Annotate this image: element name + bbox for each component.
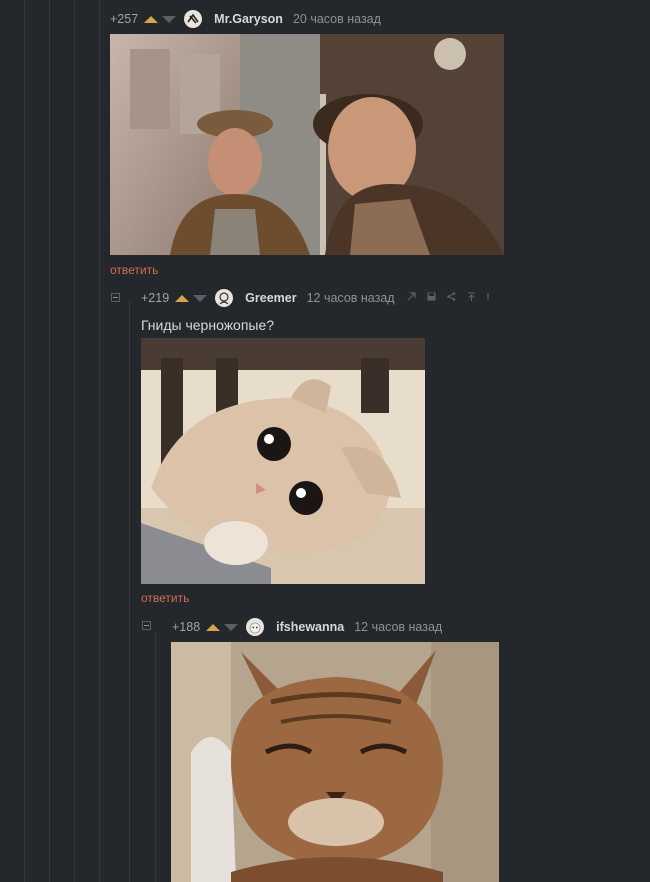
share-icon[interactable] (446, 292, 456, 304)
downvote-icon[interactable] (224, 623, 239, 631)
comment-header: +219 Greemer 12 часов назад (141, 288, 501, 308)
upvote-icon[interactable] (175, 294, 190, 302)
upvote-icon[interactable] (144, 15, 159, 23)
comment-time[interactable]: 12 часов назад (354, 620, 442, 634)
collapse-thread-button[interactable] (111, 293, 120, 302)
wide-eyed-kitten-photo[interactable] (141, 338, 425, 584)
downvote-icon[interactable] (162, 15, 177, 23)
thread-line (24, 0, 25, 882)
comment-rating: +188 (172, 620, 201, 634)
comment-tools (407, 292, 501, 304)
two-men-in-tram-photo[interactable] (110, 34, 504, 255)
comment-time[interactable]: 12 часов назад (307, 291, 395, 305)
avatar[interactable] (215, 289, 234, 307)
comment-header: +188 ifshewanna 12 часов назад (172, 617, 442, 637)
thread-line (49, 0, 50, 882)
downvote-icon[interactable] (193, 294, 208, 302)
avatar-glyph-icon (187, 13, 199, 24)
thread-line (155, 632, 156, 882)
avatar[interactable] (246, 618, 265, 636)
collapse-thread-button[interactable] (142, 621, 151, 630)
reply-link[interactable]: ответить (110, 263, 158, 277)
username[interactable]: ifshewanna (276, 620, 344, 634)
username[interactable]: Mr.Garyson (214, 12, 283, 26)
username[interactable]: Greemer (245, 291, 296, 305)
thread-line (99, 0, 100, 882)
comment-rating: +219 (141, 291, 170, 305)
upvote-icon[interactable] (206, 623, 221, 631)
more-icon[interactable] (486, 292, 490, 304)
avatar-glyph-icon (249, 622, 261, 634)
thread-line (74, 0, 75, 882)
save-icon[interactable] (427, 292, 436, 304)
thread-line (129, 300, 130, 882)
reply-link[interactable]: ответить (141, 591, 189, 605)
smug-tabby-cat-photo[interactable] (171, 642, 499, 882)
comment-text: Гниды черножопые? (141, 317, 275, 333)
comment-rating: +257 (110, 12, 139, 26)
avatar[interactable] (184, 10, 203, 28)
link-icon[interactable] (407, 292, 416, 304)
comment-time[interactable]: 20 часов назад (293, 12, 381, 26)
upvote-parent-icon[interactable] (467, 292, 476, 304)
avatar-glyph-icon (219, 292, 229, 305)
comment-header: +257 Mr.Garyson 20 часов назад (110, 9, 381, 29)
